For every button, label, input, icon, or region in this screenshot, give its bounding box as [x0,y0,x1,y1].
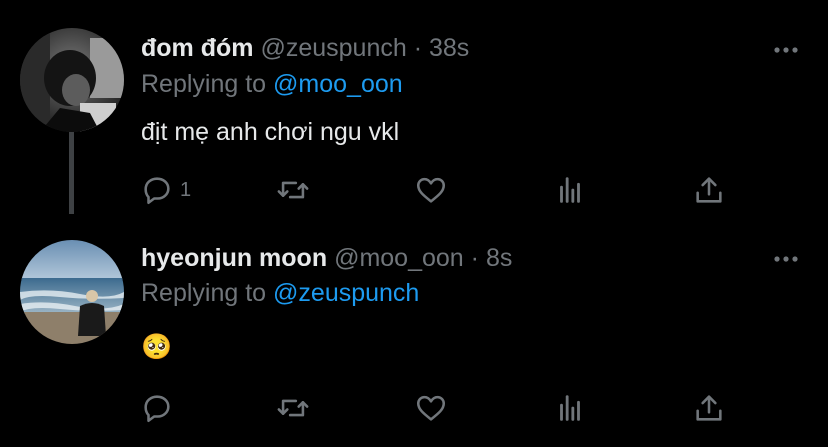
share-button[interactable] [692,390,726,426]
tweet-header: hyeonjun moon @moo_oon · 8s [141,243,512,273]
like-button[interactable] [414,172,448,208]
avatar[interactable] [20,28,124,132]
reply-button[interactable]: 1 [140,172,191,208]
replying-to-mention[interactable]: @moo_oon [273,70,403,98]
user-handle[interactable]: @moo_oon [334,244,464,272]
retweet-icon [277,181,309,199]
tweet-1[interactable]: đom đóm @zeuspunch · 38s Replying to @mo… [0,0,828,230]
replying-to: Replying to @moo_oon [141,69,403,99]
analytics-icon [560,395,580,421]
separator: · [413,34,423,62]
like-icon [416,395,446,421]
retweet-button[interactable] [275,390,311,426]
like-icon [416,177,446,203]
reply-icon [144,395,170,423]
retweet-button[interactable] [275,172,311,208]
separator: · [470,244,479,272]
reply-count: 1 [180,178,192,201]
more-icon[interactable] [772,249,800,269]
analytics-icon [560,177,580,203]
reply-button[interactable] [140,390,180,426]
tweet-text: 🥺 [141,333,173,361]
replying-to-label: Replying to [141,279,274,307]
share-icon [696,395,722,421]
like-button[interactable] [414,390,448,426]
share-button[interactable] [692,172,726,208]
tweet-actions [140,390,740,426]
timestamp[interactable]: 38s [429,34,469,62]
tweet-header: đom đóm @zeuspunch · 38s [141,33,469,63]
retweet-icon [277,399,309,417]
timestamp[interactable]: 8s [486,244,512,272]
display-name[interactable]: hyeonjun moon [141,244,327,272]
analytics-button[interactable] [553,172,587,208]
replying-to-mention[interactable]: @zeuspunch [273,279,419,307]
tweet-text: địt mẹ anh chơi ngu vkl [141,118,400,146]
analytics-button[interactable] [553,390,587,426]
reply-icon [144,177,170,205]
replying-to: Replying to @zeuspunch [141,278,419,308]
share-icon [696,177,722,203]
more-icon[interactable] [772,40,800,60]
replying-to-label: Replying to [141,70,274,98]
display-name[interactable]: đom đóm [141,34,254,62]
avatar[interactable] [20,240,124,344]
tweet-actions: 1 [140,172,740,208]
tweet-2[interactable]: hyeonjun moon @moo_oon · 8s Replying to … [0,230,828,447]
user-handle[interactable]: @zeuspunch [260,34,406,62]
